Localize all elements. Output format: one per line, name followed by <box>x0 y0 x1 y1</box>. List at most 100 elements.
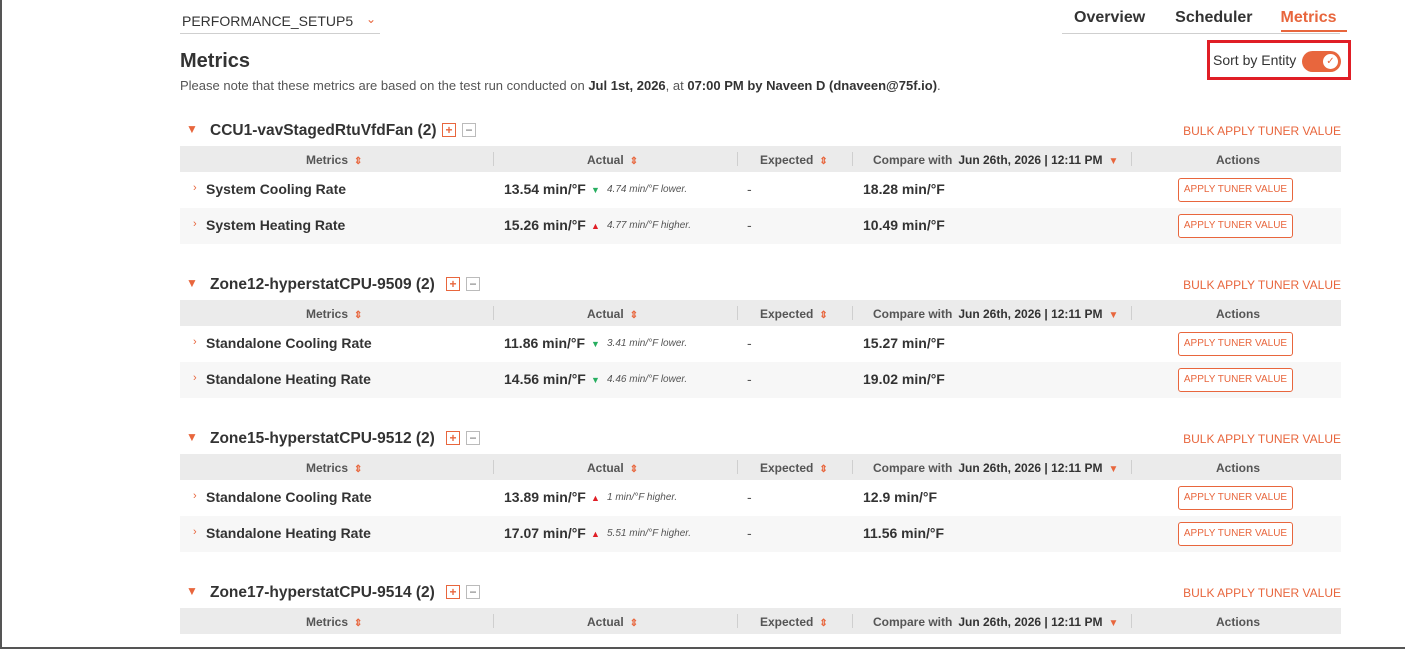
compare-date-select[interactable]: Jun 26th, 2026 | 12:11 PM <box>958 461 1102 475</box>
apply-tuner-button[interactable]: APPLY TUNER VALUE <box>1178 332 1293 356</box>
chevron-down-icon[interactable]: ▼ <box>1108 464 1118 475</box>
col-metrics-label: Metrics <box>306 615 349 629</box>
col-actual[interactable]: Actual ⇕ <box>587 461 638 475</box>
col-metrics[interactable]: Metrics ⇕ <box>306 307 362 321</box>
row-expand-icon[interactable]: › <box>193 218 197 230</box>
table-row[interactable]: › System Cooling Rate 13.54 min/°F ▼ 4.74 mi… <box>180 172 1341 208</box>
compare-date-select[interactable]: Jun 26th, 2026 | 12:11 PM <box>958 153 1102 167</box>
expand-all-button[interactable]: + <box>442 123 456 137</box>
sort-by-entity-toggle[interactable]: ✓ <box>1302 51 1341 72</box>
tab-scheduler[interactable]: Scheduler <box>1175 4 1252 32</box>
col-actual-label: Actual <box>587 461 624 475</box>
col-metrics[interactable]: Metrics ⇕ <box>306 153 362 167</box>
table-header: Metrics ⇕ Actual ⇕ Expected ⇕ Compare with Jun … <box>180 146 1341 172</box>
table-header: Metrics ⇕ Actual ⇕ Expected ⇕ Compare with Jun … <box>180 300 1341 326</box>
difference-text: 1 min/°F higher. <box>607 492 678 503</box>
column-divider <box>1131 306 1132 320</box>
apply-tuner-button[interactable]: APPLY TUNER VALUE <box>1178 178 1293 202</box>
table-row[interactable]: › System Heating Rate 15.26 min/°F ▲ 4.77 mi… <box>180 208 1341 244</box>
table-row[interactable]: › Standalone Cooling Rate 11.86 min/°F ▼ 3.4… <box>180 326 1341 362</box>
col-expected[interactable]: Expected ⇕ <box>760 615 828 629</box>
col-expected[interactable]: Expected ⇕ <box>760 153 828 167</box>
collapse-all-button[interactable]: − <box>466 431 480 445</box>
table-header: Metrics ⇕ Actual ⇕ Expected ⇕ Compare with Jun … <box>180 454 1341 480</box>
collapse-all-button[interactable]: − <box>466 585 480 599</box>
expand-all-button[interactable]: + <box>446 585 460 599</box>
column-divider <box>737 460 738 474</box>
setup-select[interactable]: PERFORMANCE_SETUP5 ⌄ <box>180 8 380 34</box>
sort-icon: ⇕ <box>354 464 363 475</box>
col-expected-label: Expected <box>760 461 814 475</box>
chevron-down-icon[interactable]: ▼ <box>1108 310 1118 321</box>
table-row[interactable]: › Standalone Heating Rate 14.56 min/°F ▼ 4.4… <box>180 362 1341 398</box>
metric-name: System Heating Rate <box>206 217 346 233</box>
trend-down-icon: ▼ <box>591 185 600 195</box>
sort-icon: ⇕ <box>819 156 828 167</box>
collapse-caret-icon[interactable]: ▼ <box>186 122 198 136</box>
column-divider <box>852 614 853 628</box>
col-metrics[interactable]: Metrics ⇕ <box>306 461 362 475</box>
apply-tuner-button[interactable]: APPLY TUNER VALUE <box>1178 486 1293 510</box>
col-expected-label: Expected <box>760 307 814 321</box>
note-date: Jul 1st, 2026 <box>588 78 666 93</box>
setup-select-value: PERFORMANCE_SETUP5 <box>182 12 354 29</box>
column-divider <box>1131 152 1132 166</box>
col-actual[interactable]: Actual ⇕ <box>587 307 638 321</box>
apply-tuner-button[interactable]: APPLY TUNER VALUE <box>1178 522 1293 546</box>
col-expected[interactable]: Expected ⇕ <box>760 461 828 475</box>
section-title: Zone12-hyperstatCPU-9509 (2) <box>210 276 435 293</box>
collapse-all-button[interactable]: − <box>462 123 476 137</box>
col-compare-label: Compare with <box>873 461 953 475</box>
section-header: ▼ Zone17-hyperstatCPU-9514 (2) + − BULK APPL… <box>180 580 1341 608</box>
apply-tuner-button[interactable]: APPLY TUNER VALUE <box>1178 214 1293 238</box>
difference-text: 3.41 min/°F lower. <box>607 338 688 349</box>
note-by: by <box>743 78 767 93</box>
bulk-apply-button[interactable]: BULK APPLY TUNER VALUE <box>1183 278 1341 292</box>
col-actual-label: Actual <box>587 615 624 629</box>
column-divider <box>737 306 738 320</box>
metric-name: Standalone Heating Rate <box>206 371 371 387</box>
collapse-caret-icon[interactable]: ▼ <box>186 276 198 290</box>
bulk-apply-button[interactable]: BULK APPLY TUNER VALUE <box>1183 432 1341 446</box>
actual-value: 11.86 min/°F <box>504 335 586 351</box>
col-expected[interactable]: Expected ⇕ <box>760 307 828 321</box>
sort-icon: ⇕ <box>629 310 639 321</box>
window-border-left <box>0 0 2 649</box>
expected-value: - <box>747 217 752 233</box>
col-metrics[interactable]: Metrics ⇕ <box>306 615 362 629</box>
metric-name: Standalone Cooling Rate <box>206 489 372 505</box>
nav-tabs: Overview Scheduler Metrics <box>1062 4 1347 34</box>
bulk-apply-button[interactable]: BULK APPLY TUNER VALUE <box>1183 124 1341 138</box>
sort-icon: ⇕ <box>354 310 363 321</box>
table-row[interactable]: › Standalone Cooling Rate 13.89 min/°F ▲ 1 m… <box>180 480 1341 516</box>
bulk-apply-button[interactable]: BULK APPLY TUNER VALUE <box>1183 586 1341 600</box>
col-actual[interactable]: Actual ⇕ <box>587 153 638 167</box>
col-actual[interactable]: Actual ⇕ <box>587 615 638 629</box>
entity-section: ▼ Zone12-hyperstatCPU-9509 (2) + − BULK APPL… <box>180 272 1341 398</box>
row-expand-icon[interactable]: › <box>193 182 197 194</box>
collapse-all-button[interactable]: − <box>466 277 480 291</box>
chevron-down-icon[interactable]: ▼ <box>1108 618 1118 629</box>
expand-all-button[interactable]: + <box>446 277 460 291</box>
tab-overview[interactable]: Overview <box>1074 4 1145 32</box>
compare-date-select[interactable]: Jun 26th, 2026 | 12:11 PM <box>958 307 1102 321</box>
collapse-caret-icon[interactable]: ▼ <box>186 584 198 598</box>
col-actual-label: Actual <box>587 153 624 167</box>
row-expand-icon[interactable]: › <box>193 336 197 348</box>
apply-tuner-button[interactable]: APPLY TUNER VALUE <box>1178 368 1293 392</box>
row-expand-icon[interactable]: › <box>193 372 197 384</box>
section-controls: + − <box>442 123 476 137</box>
chevron-down-icon[interactable]: ▼ <box>1108 156 1118 167</box>
compare-value: 10.49 min/°F <box>863 217 945 233</box>
compare-value: 12.9 min/°F <box>863 489 938 505</box>
row-expand-icon[interactable]: › <box>193 526 197 538</box>
row-expand-icon[interactable]: › <box>193 490 197 502</box>
tab-metrics[interactable]: Metrics <box>1280 4 1347 32</box>
table-row[interactable]: › Standalone Heating Rate 17.07 min/°F ▲ 5.5… <box>180 516 1341 552</box>
collapse-caret-icon[interactable]: ▼ <box>186 430 198 444</box>
expected-value: - <box>747 525 752 541</box>
actual-value: 13.54 min/°F <box>504 181 586 197</box>
col-compare-label: Compare with <box>873 153 953 167</box>
compare-date-select[interactable]: Jun 26th, 2026 | 12:11 PM <box>958 615 1102 629</box>
expand-all-button[interactable]: + <box>446 431 460 445</box>
